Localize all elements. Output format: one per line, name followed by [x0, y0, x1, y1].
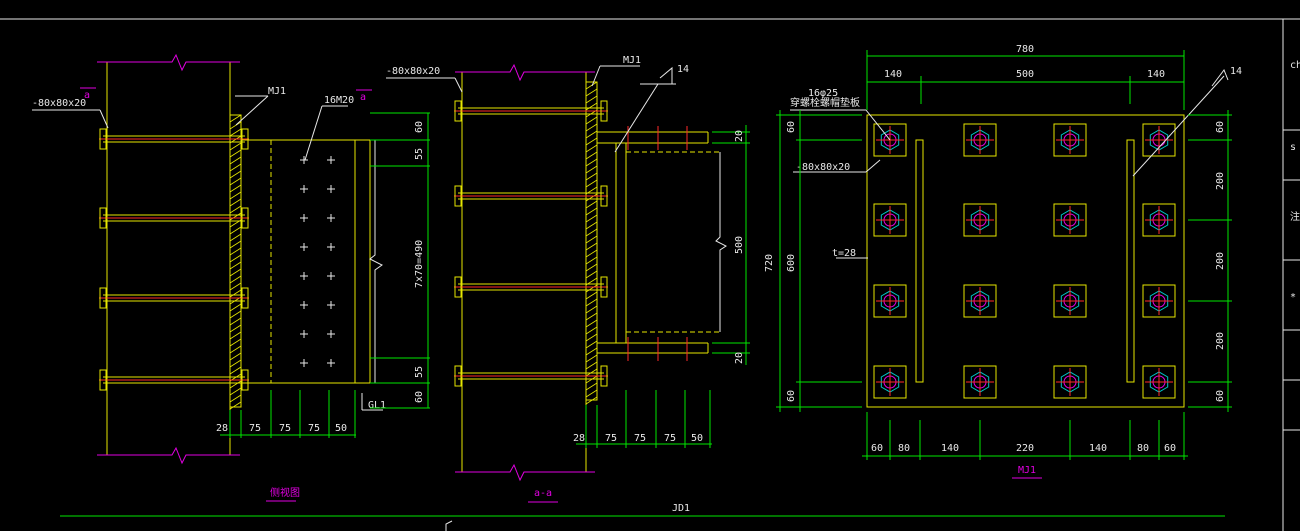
- dim-right-2: 200: [1215, 172, 1226, 190]
- dim-bottom-4: 75: [664, 433, 676, 444]
- dim-bottom-3: 75: [634, 433, 646, 444]
- dim-right-1: 60: [1215, 121, 1226, 133]
- dim-right-5: 60: [1215, 390, 1226, 402]
- dim-top-total: 780: [1016, 44, 1034, 55]
- weld-label: 14: [677, 64, 689, 75]
- svg-text:注: 注: [1290, 210, 1300, 223]
- drawing-title: JD1: [672, 503, 690, 514]
- dim-bottom-5: 50: [335, 423, 347, 434]
- dim-right-4: 200: [1215, 332, 1226, 350]
- mj-label: MJ1: [268, 86, 286, 97]
- dim-bottom-5: 140: [1089, 443, 1107, 454]
- dim-bottom-1: 60: [871, 443, 883, 454]
- dim-bottom-1: 28: [216, 423, 228, 434]
- view-caption: a-a: [534, 488, 552, 499]
- dim-left-1: 60: [786, 121, 797, 133]
- svg-text:*: *: [1290, 292, 1296, 303]
- dim-top-1: 140: [884, 69, 902, 80]
- dim-bottom-4: 75: [308, 423, 320, 434]
- dim-right-2: 500: [734, 236, 745, 254]
- mj-label: MJ1: [623, 55, 641, 66]
- dim-right-3: 200: [1215, 252, 1226, 270]
- dim-top-2: 500: [1016, 69, 1034, 80]
- dim-bottom-2: 80: [898, 443, 910, 454]
- view-caption: 侧视图: [270, 486, 300, 499]
- dim-right-2: 55: [414, 148, 425, 160]
- cad-drawing-canvas: ch s 注 * -80x80x20 a a MJ1 16M20 GL1 60 …: [0, 0, 1300, 531]
- section-mark: a: [84, 90, 90, 101]
- svg-text:s: s: [1290, 142, 1296, 153]
- weld-label: 14: [1230, 66, 1242, 77]
- section-mark: a: [360, 92, 366, 103]
- dim-right-5: 60: [414, 391, 425, 403]
- dim-bottom-6: 80: [1137, 443, 1149, 454]
- dim-bottom-3: 140: [941, 443, 959, 454]
- rib-label: t=28: [832, 248, 856, 259]
- dim-top-3: 140: [1147, 69, 1165, 80]
- view-caption: MJ1: [1018, 465, 1036, 476]
- gl-label: GL1: [368, 400, 386, 411]
- plate-label: -80x80x20: [796, 162, 850, 173]
- dim-bottom-1: 28: [573, 433, 585, 444]
- dim-left-2: 600: [786, 254, 797, 272]
- dim-right-4: 55: [414, 366, 425, 378]
- dim-left-3: 60: [786, 390, 797, 402]
- dim-bottom-3: 75: [279, 423, 291, 434]
- svg-text:ch: ch: [1290, 60, 1300, 71]
- dim-bottom-2: 75: [249, 423, 261, 434]
- plate-label: -80x80x20: [386, 66, 440, 77]
- bolt-note2: 穿螺栓螺帽垫板: [790, 96, 860, 109]
- dim-bottom-5: 50: [691, 433, 703, 444]
- dim-right-3: 20: [734, 352, 745, 364]
- dim-bottom-2: 75: [605, 433, 617, 444]
- dim-right-1: 60: [414, 121, 425, 133]
- plate-label: -80x80x20: [32, 98, 86, 109]
- bolt-label: 16M20: [324, 95, 354, 106]
- dim-right-1: 20: [734, 130, 745, 142]
- dim-left-total: 720: [764, 254, 775, 272]
- dim-bottom-4: 220: [1016, 443, 1034, 454]
- dim-right-3: 7x70=490: [414, 240, 425, 288]
- dim-bottom-7: 60: [1164, 443, 1176, 454]
